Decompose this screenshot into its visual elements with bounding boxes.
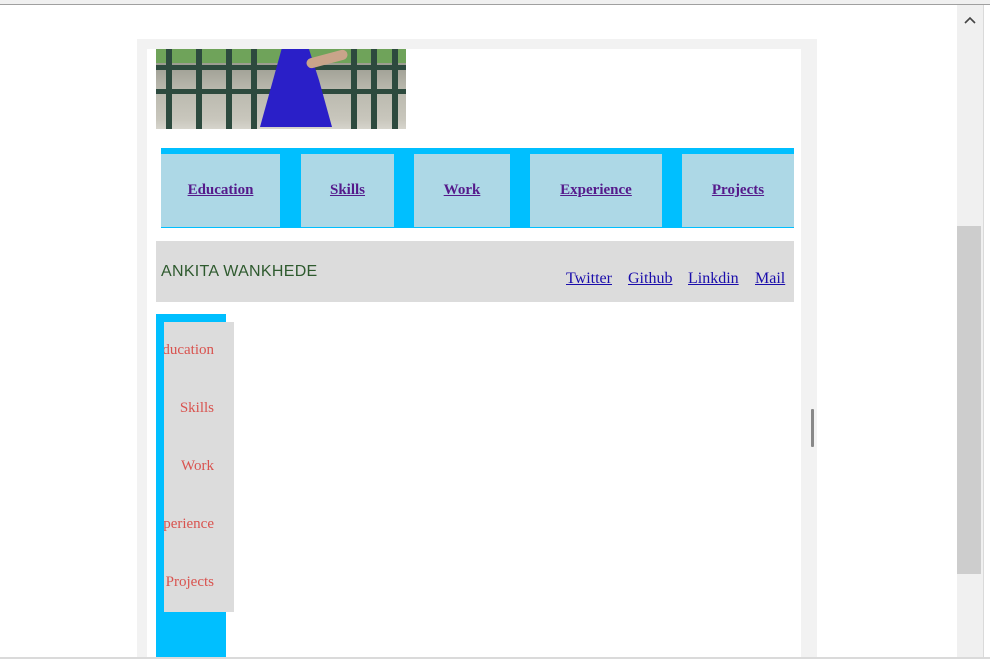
page-content-panel — [147, 49, 801, 659]
nav-item-projects[interactable]: Projects — [682, 154, 794, 227]
fence-post — [392, 49, 398, 129]
panel-resize-grip[interactable] — [811, 409, 814, 447]
github-link[interactable]: Github — [628, 270, 672, 288]
sidebar-item-projects[interactable]: Projects — [166, 574, 214, 591]
vertical-scrollbar[interactable] — [957, 5, 990, 659]
sidebar-item-skills[interactable]: Skills — [180, 400, 214, 417]
site-owner-name: ANKITA WANKHEDE — [161, 263, 318, 280]
fence-post — [196, 49, 202, 129]
chevron-up-icon[interactable] — [957, 5, 983, 35]
header-bar: ANKITA WANKHEDE Twitter Github Linkdin M… — [156, 241, 794, 302]
window-top-border — [0, 0, 990, 5]
sidebar-item-education[interactable]: Education — [164, 342, 214, 359]
nav-item-education[interactable]: Education — [161, 154, 280, 227]
fence-post — [351, 49, 357, 129]
fence-post — [166, 49, 172, 129]
fence-post — [251, 49, 257, 129]
fence-post — [371, 49, 377, 129]
scrollbar-edge — [983, 5, 990, 659]
top-nav-bar: Education Skills Work Experience Project… — [161, 148, 794, 228]
nav-item-work[interactable]: Work — [414, 154, 510, 227]
sidebar-item-experience[interactable]: Experience — [164, 516, 214, 533]
nav-item-skills[interactable]: Skills — [301, 154, 394, 227]
mail-link[interactable]: Mail — [755, 270, 785, 288]
sidebar-menu: Education Skills Work Experience Project… — [164, 322, 234, 612]
sidebar-item-work[interactable]: Work — [181, 458, 214, 475]
linkdin-link[interactable]: Linkdin — [688, 270, 739, 288]
fence-post — [226, 49, 232, 129]
profile-photo — [156, 49, 406, 129]
nav-item-experience[interactable]: Experience — [530, 154, 662, 227]
twitter-link[interactable]: Twitter — [566, 270, 612, 288]
scrollbar-thumb[interactable] — [957, 226, 981, 574]
